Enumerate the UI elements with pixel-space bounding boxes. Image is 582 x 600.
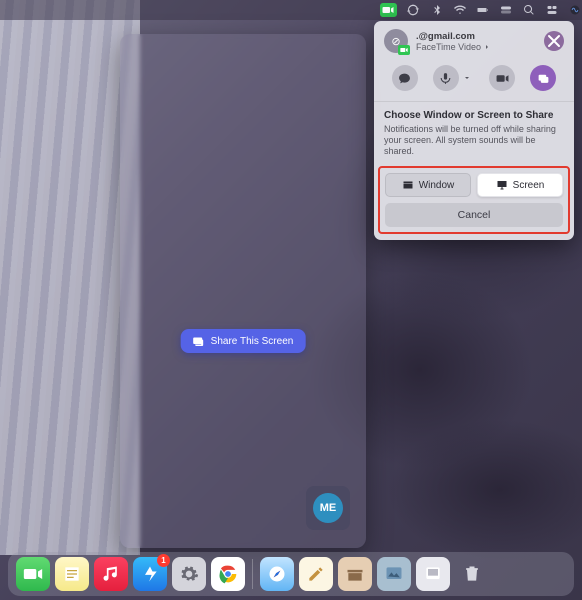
menubar-control-center-icon[interactable] <box>546 3 559 17</box>
music-icon <box>101 564 121 584</box>
call-type-label: FaceTime Video <box>416 42 481 52</box>
menubar <box>0 0 582 20</box>
dock-appstore[interactable]: 1 <box>133 557 167 591</box>
appstore-badge: 1 <box>157 554 170 567</box>
facetime-icon <box>23 564 43 584</box>
window-icon <box>402 179 414 191</box>
chrome-icon <box>218 564 238 584</box>
close-button[interactable] <box>544 31 564 51</box>
menubar-sync-icon[interactable] <box>407 3 420 17</box>
messages-button[interactable] <box>392 65 418 91</box>
call-controls <box>374 61 574 101</box>
notes-icon <box>62 564 82 584</box>
dock-separator <box>252 559 253 589</box>
screenshot-icon <box>423 564 443 584</box>
popover-body: Choose Window or Screen to Share Notific… <box>374 102 574 160</box>
screenshare-icon <box>193 335 205 347</box>
dock-settings[interactable] <box>172 557 206 591</box>
wallpaper-detail <box>0 0 140 555</box>
screen-icon <box>496 179 508 191</box>
menubar-facetime-icon[interactable] <box>380 3 397 17</box>
dock-music[interactable] <box>94 557 128 591</box>
share-this-screen-button[interactable]: Share This Screen <box>181 329 306 353</box>
facetime-badge-icon <box>398 45 410 55</box>
trash-icon <box>462 564 482 584</box>
dock-facetime[interactable] <box>16 557 50 591</box>
gear-icon <box>179 564 199 584</box>
cancel-label: Cancel <box>458 209 491 221</box>
popover-header: ⊘ .@gmail.com FaceTime Video <box>374 21 574 61</box>
mic-options-button[interactable] <box>460 65 474 91</box>
screen-share-hud: Share This Screen ME <box>120 34 366 548</box>
pencil-icon <box>306 564 326 584</box>
share-heading: Choose Window or Screen to Share <box>384 110 564 121</box>
dock-screenshot[interactable] <box>416 557 450 591</box>
video-icon <box>496 72 509 85</box>
dock-wallpaper[interactable] <box>377 557 411 591</box>
chevron-right-icon <box>483 43 491 51</box>
menubar-wifi-icon[interactable] <box>453 3 466 17</box>
dock-archive[interactable] <box>338 557 372 591</box>
self-avatar-initials: ME <box>313 493 343 523</box>
share-screen-button[interactable]: Screen <box>477 173 563 197</box>
share-window-button[interactable]: Window <box>385 173 471 197</box>
menubar-search-icon[interactable] <box>523 3 536 17</box>
screenshare-icon <box>537 72 550 85</box>
menubar-siri-icon[interactable] <box>569 3 582 17</box>
dock-safari[interactable] <box>260 557 294 591</box>
compass-icon <box>267 564 287 584</box>
box-icon <box>345 564 365 584</box>
caller-email-label: .@gmail.com <box>416 31 536 42</box>
dock-notes[interactable] <box>55 557 89 591</box>
dock-trash[interactable] <box>455 557 489 591</box>
mute-button[interactable] <box>433 65 459 91</box>
dock-textedit[interactable] <box>299 557 333 591</box>
dock: 1 <box>8 552 574 596</box>
share-this-screen-label: Share This Screen <box>211 336 294 347</box>
self-view-tile[interactable]: ME <box>306 486 350 530</box>
speech-bubble-icon <box>398 72 411 85</box>
screen-share-button[interactable] <box>530 65 556 91</box>
call-type-button[interactable]: FaceTime Video <box>416 42 536 52</box>
microphone-icon <box>439 72 452 85</box>
share-options-highlighted: Window Screen Cancel <box>378 166 570 234</box>
share-window-label: Window <box>419 180 455 191</box>
caller-avatar: ⊘ <box>384 29 408 53</box>
share-description: Notifications will be turned off while s… <box>384 124 564 156</box>
camera-button[interactable] <box>489 65 515 91</box>
landscape-icon <box>384 564 404 584</box>
facetime-popover: ⊘ .@gmail.com FaceTime Video <box>374 21 574 240</box>
appstore-icon <box>140 564 160 584</box>
chevron-down-icon <box>463 74 471 82</box>
menubar-toggle-icon[interactable] <box>499 3 512 17</box>
menubar-battery-icon[interactable] <box>476 3 489 17</box>
dock-chrome[interactable] <box>211 557 245 591</box>
cancel-button[interactable]: Cancel <box>385 203 563 227</box>
close-icon <box>544 31 564 51</box>
share-screen-label: Screen <box>513 180 545 191</box>
menubar-bluetooth-icon[interactable] <box>430 3 443 17</box>
